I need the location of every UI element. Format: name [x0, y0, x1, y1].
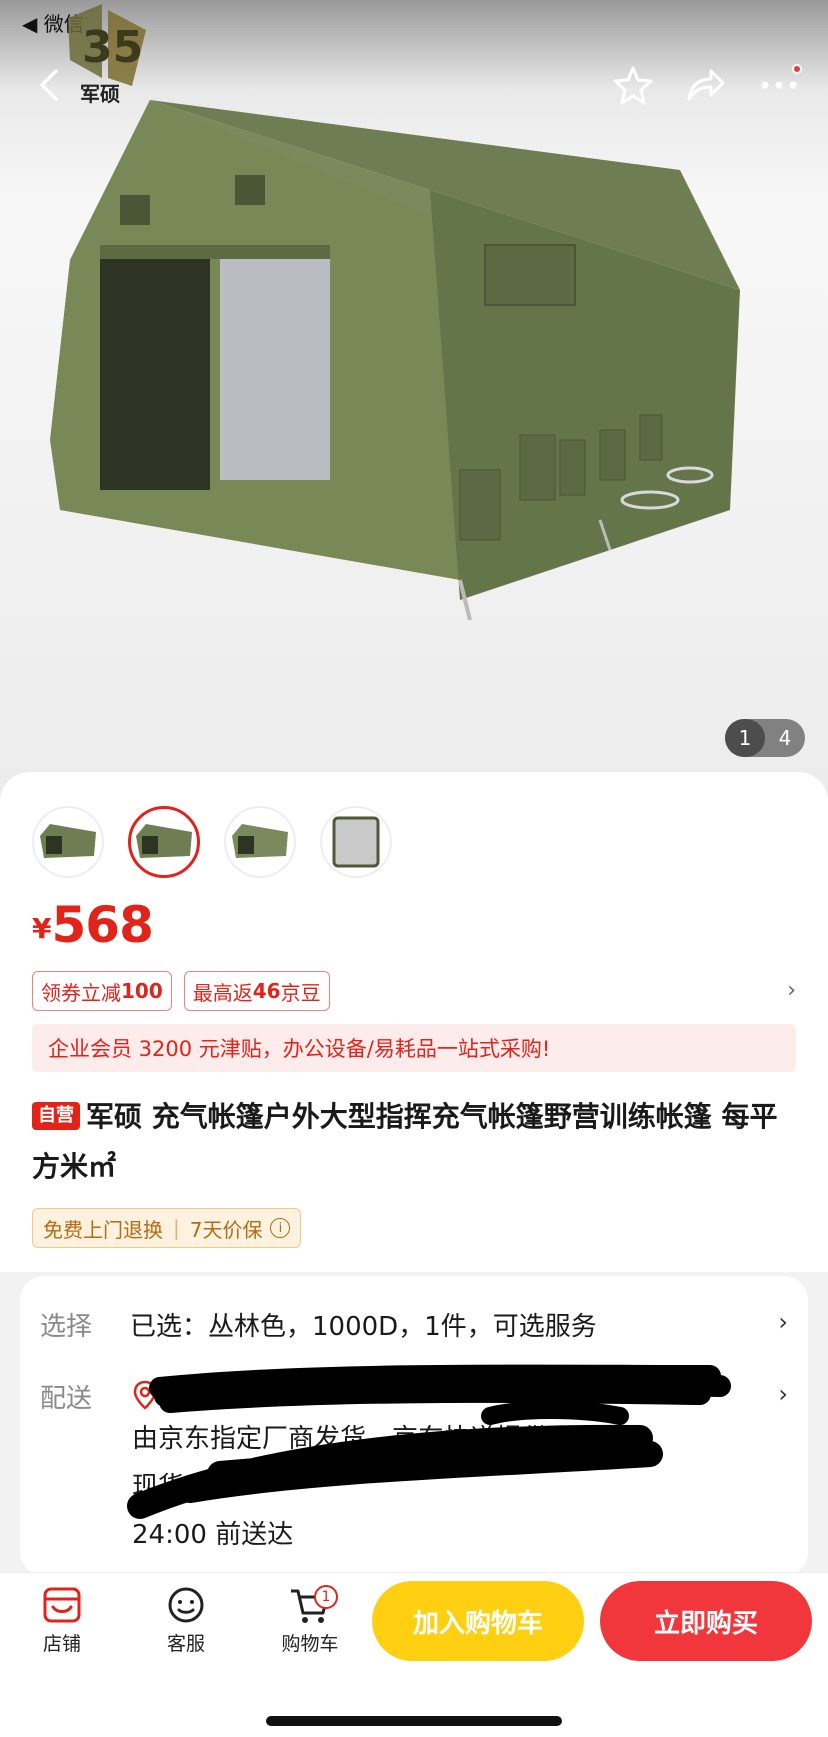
select-label: 选择	[40, 1312, 93, 1342]
delivery-chevron-right-icon[interactable]: ›	[778, 1380, 788, 1408]
thumbnail-strip	[32, 806, 392, 878]
cart-label: 购物车	[281, 1633, 339, 1655]
pager-total: 4	[778, 726, 792, 750]
cart-count-badge: 1	[314, 1585, 338, 1609]
tent-thumb-image	[40, 824, 96, 858]
thumbnail-2-selected[interactable]	[128, 806, 200, 878]
coupon-beans-suffix: 京豆	[280, 980, 321, 1005]
select-chevron-right-icon[interactable]: ›	[778, 1308, 788, 1336]
service-guarantee-chip[interactable]: 免费上门退换 | 7天价保 i	[32, 1208, 302, 1248]
image-pager: 1 4	[725, 719, 805, 757]
tent-thumb-image	[136, 824, 192, 858]
delivery-label: 配送	[40, 1384, 93, 1414]
store-label: 店铺	[42, 1633, 81, 1655]
thumbnail-4[interactable]	[320, 806, 392, 878]
cart-button[interactable]: 1 购物车	[270, 1585, 350, 1656]
divider: |	[173, 1216, 180, 1240]
enterprise-member-banner[interactable]: 企业会员 3200 元津贴，办公设备/易耗品一站式采购!	[32, 1024, 796, 1072]
customer-service-label: 客服	[166, 1633, 205, 1655]
svg-text:35: 35	[82, 22, 143, 73]
options-card: 选择 已选：丛林色，1000D，1件，可选服务 › 配送 › 由京东指定厂商发货…	[20, 1276, 808, 1576]
free-return-label: 免费上门退换	[43, 1217, 163, 1242]
info-icon: i	[270, 1218, 291, 1238]
buy-now-button[interactable]: 立即购买	[600, 1581, 812, 1661]
store-icon	[43, 1587, 81, 1623]
bottom-action-bar: 店铺 客服 1 购物车 加入购物车 立即购买	[0, 1572, 828, 1737]
thumbnail-1[interactable]	[32, 806, 104, 878]
coupon-discount-value: 100	[121, 979, 163, 1003]
floor-mat-thumb-image	[332, 816, 380, 868]
price: ¥568	[32, 896, 154, 954]
product-info-card: ¥568 领券立减 100 最高返 46 京豆 › 企业会员 3200 元津贴，办公设…	[0, 772, 828, 1272]
pager-current: 1	[725, 719, 765, 757]
coupon-discount[interactable]: 领券立减 100	[32, 971, 172, 1011]
price-protect-label: 7天价保	[189, 1217, 263, 1242]
coupon-discount-label: 领券立减	[41, 980, 121, 1005]
location-pin-icon	[133, 1380, 157, 1410]
currency-symbol: ¥	[32, 912, 52, 945]
coupon-beans-label: 最高返	[192, 980, 253, 1005]
tent-product-photo	[50, 100, 740, 621]
coupon-chevron-right-icon[interactable]: ›	[787, 978, 796, 1003]
notification-dot	[792, 64, 802, 74]
product-title-text: 军硕 充气帐篷户外大型指挥充气帐篷野营训练帐篷 每平方米㎡	[32, 1100, 778, 1183]
product-title: 自营 军硕 充气帐篷户外大型指挥充气帐篷野营训练帐篷 每平方米㎡	[32, 1092, 796, 1192]
store-button[interactable]: 店铺	[22, 1585, 102, 1656]
home-indicator[interactable]	[266, 1716, 562, 1726]
delivery-line-1: 由京东指定厂商发货，京东快递提供配送服务	[132, 1424, 653, 1454]
coupon-jd-beans[interactable]: 最高返 46 京豆	[183, 971, 330, 1011]
selected-spec[interactable]: 已选：丛林色，1000D，1件，可选服务	[130, 1306, 597, 1343]
customer-service-button[interactable]: 客服	[146, 1585, 226, 1656]
delivery-line-2: 现货	[132, 1472, 185, 1502]
coupon-row[interactable]: 领券立减 100 最高返 46 京豆	[32, 971, 330, 1011]
add-to-cart-button[interactable]: 加入购物车	[372, 1581, 584, 1661]
self-operated-badge: 自营	[32, 1102, 80, 1130]
product-image-gallery[interactable]: ◀ 微信 35 军硕 1 4	[0, 0, 828, 800]
chat-smile-icon	[168, 1587, 204, 1623]
tent-thumb-image	[232, 824, 288, 858]
thumbnail-3[interactable]	[224, 806, 296, 878]
coupon-beans-value: 46	[252, 979, 281, 1003]
delivery-line-3: 24:00 前送达	[132, 1520, 294, 1550]
price-amount: 568	[51, 896, 153, 954]
